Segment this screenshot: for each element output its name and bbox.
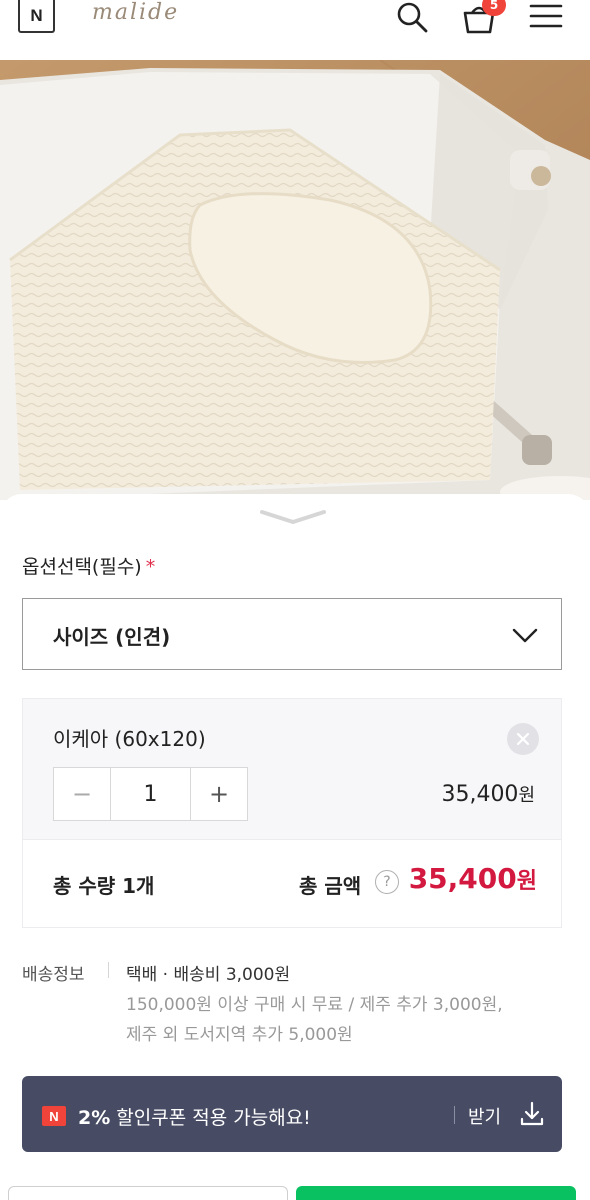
required-mark: * [145,556,156,578]
shipping-divider [108,962,109,978]
buy-now-button[interactable] [296,1186,576,1200]
search-icon[interactable] [394,0,430,34]
total-amount-label: 총 금액 [299,874,362,898]
decrease-quantity-button[interactable]: − [54,768,110,820]
top-header: N malide 5 [0,0,590,58]
coupon-message: 2% 할인쿠폰 적용 가능해요! [78,1103,311,1130]
help-icon[interactable]: ? [375,870,399,894]
increase-quantity-button[interactable]: + [191,768,247,820]
option-label-text: 옵션선택(필수) [22,556,142,578]
cart-count-badge: 5 [482,0,506,16]
product-image[interactable] [0,60,590,500]
brand-logo[interactable]: malide [92,0,179,25]
coupon-message-text: 할인쿠폰 적용 가능해요! [110,1107,311,1129]
close-icon [516,732,530,746]
item-name: 이케아 (60x120) [53,727,206,751]
coupon-banner[interactable]: N 2% 할인쿠폰 적용 가능해요! 받기 [22,1076,562,1152]
coupon-percent: 2% [78,1107,111,1129]
item-price-unit: 원 [518,785,535,806]
cart-add-button[interactable] [8,1186,288,1200]
remove-item-button[interactable] [507,723,539,755]
total-price-number: 35,400 [408,862,517,895]
size-select[interactable]: 사이즈 (인견) [22,598,562,670]
shipping-island-fee: 제주 외 도서지역 추가 5,000원 [126,1025,353,1045]
shipping-label: 배송정보 [22,965,85,985]
hamburger-menu-icon[interactable] [528,0,564,32]
collapse-handle-icon[interactable] [258,506,328,526]
naver-store-logo[interactable]: N [18,0,55,33]
shipping-fee: 택배 · 배송비 3,000원 [126,965,291,985]
option-label: 옵션선택(필수) * [22,552,155,579]
order-total: 총 수량 1개 총 금액 ? 35,400원 [22,840,562,928]
chevron-down-icon [512,628,538,643]
total-price: 35,400원 [409,862,537,895]
shipping-condition: 150,000원 이상 구매 시 무료 / 제주 추가 3,000원, [126,995,503,1015]
option-sheet: 옵션선택(필수) * 사이즈 (인견) 이케아 (60x120) − 1 + 35… [0,494,590,1200]
coupon-divider [454,1106,455,1124]
naver-pay-badge: N [42,1106,66,1126]
selected-item: 이케아 (60x120) − 1 + 35,400원 [22,698,562,840]
quantity-stepper: − 1 + [53,767,248,821]
quantity-input[interactable]: 1 [110,768,191,820]
download-icon[interactable] [518,1100,546,1128]
size-select-value: 사이즈 (인견) [53,625,171,649]
item-price: 35,400원 [441,781,535,807]
item-price-number: 35,400 [441,782,519,807]
total-quantity: 총 수량 1개 [53,874,155,898]
coupon-receive-button[interactable]: 받기 [468,1103,501,1129]
total-price-unit: 원 [516,869,537,894]
